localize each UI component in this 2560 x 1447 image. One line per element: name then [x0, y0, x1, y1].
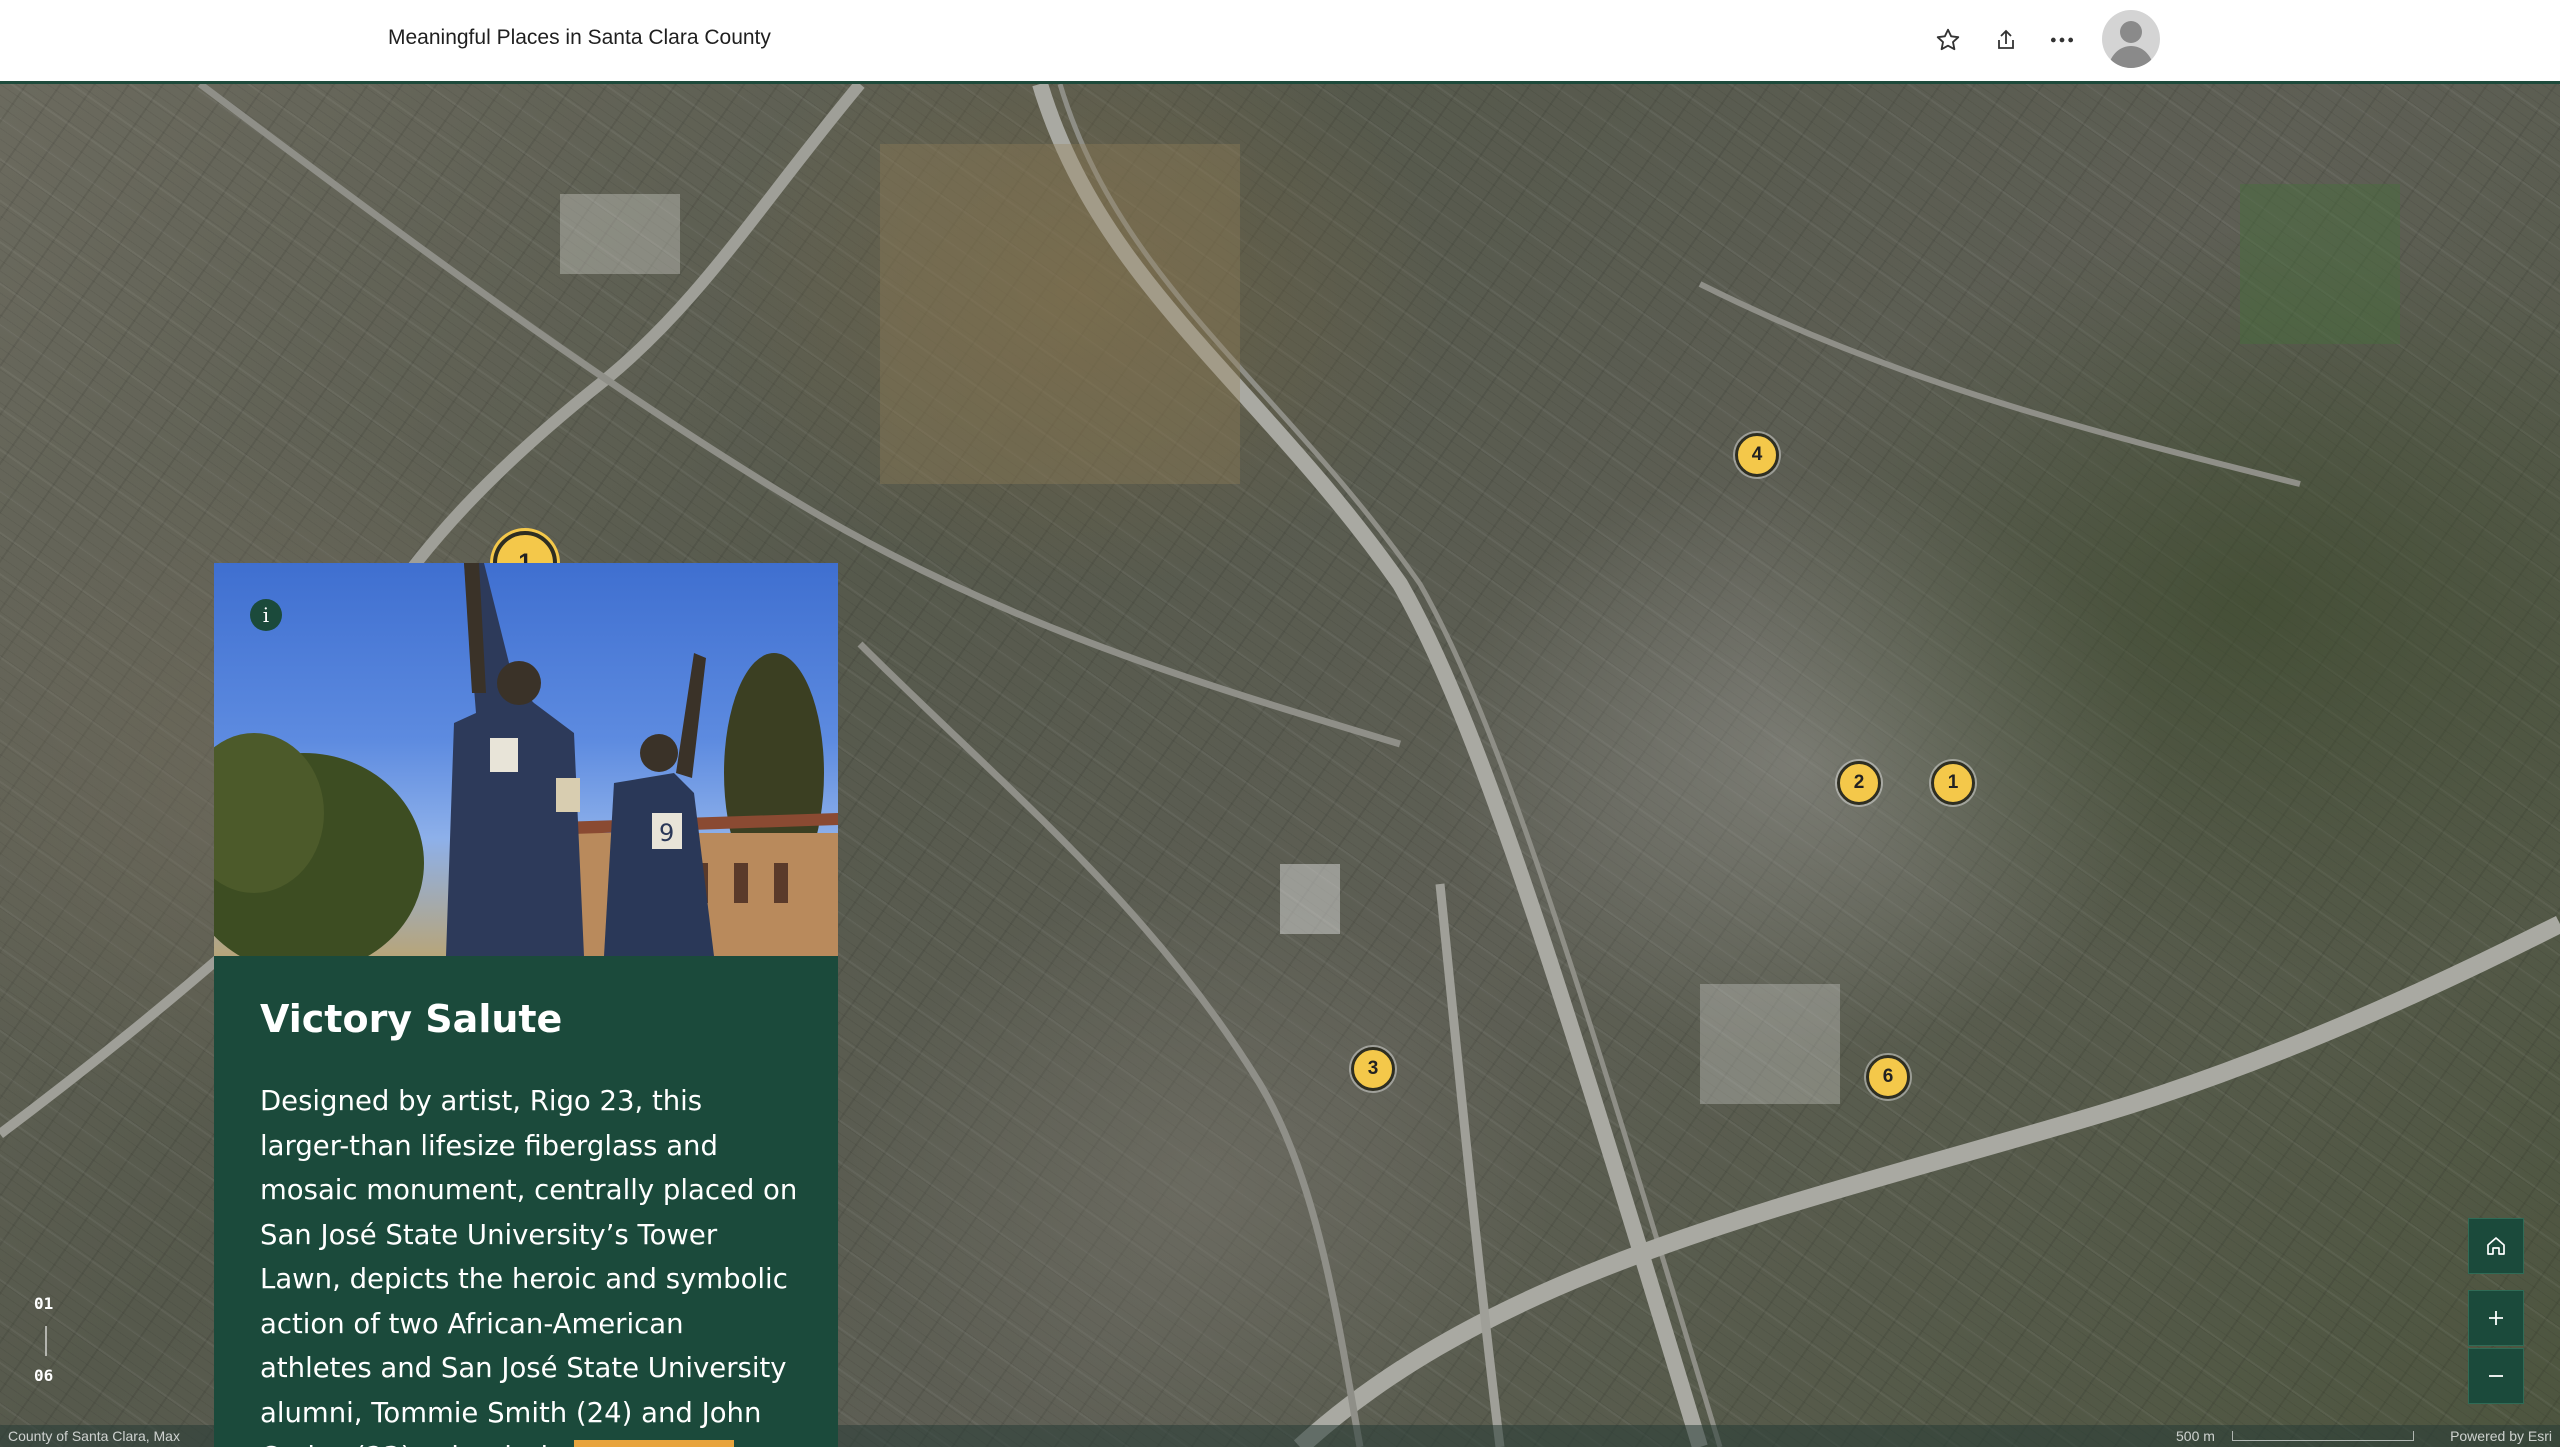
statue-photo: 9 [214, 563, 838, 956]
zoom-in-button[interactable] [2468, 1290, 2524, 1346]
share-button[interactable] [1984, 18, 2028, 62]
card-title: Victory Salute [260, 997, 563, 1041]
story-progress[interactable]: 01 06 [26, 1282, 66, 1392]
home-icon [2487, 1237, 2505, 1255]
card-image: 9 i [214, 563, 838, 956]
map-marker[interactable]: 1 [1931, 761, 1975, 805]
zoom-out-button[interactable] [2468, 1348, 2524, 1404]
scale-label: 500 m [2176, 1428, 2215, 1444]
info-button[interactable]: i [250, 599, 282, 631]
progress-total: 06 [34, 1366, 54, 1385]
map-marker[interactable]: 4 [1735, 433, 1779, 477]
scale-bar [2232, 1431, 2414, 1441]
card-body-text: Designed by artist, Rigo 23, this larger… [260, 1085, 798, 1447]
progress-current: 01 [34, 1294, 54, 1313]
plus-icon [2489, 1311, 2503, 1325]
home-button[interactable] [2468, 1218, 2524, 1274]
user-avatar-icon [2108, 21, 2154, 68]
share-icon [1998, 29, 2014, 49]
card-scroll-accent [574, 1440, 734, 1447]
map-marker[interactable]: 2 [1837, 761, 1881, 805]
more-options-button[interactable] [2040, 18, 2084, 62]
favorite-button[interactable] [1926, 18, 1970, 62]
star-icon [1936, 28, 1960, 51]
statue-bib-number: 9 [659, 819, 674, 847]
attribution-text: County of Santa Clara, Max [8, 1428, 180, 1444]
powered-by-text: Powered by Esri [2450, 1428, 2552, 1444]
info-icon: i [262, 603, 270, 627]
minus-icon [2489, 1375, 2503, 1377]
map-marker[interactable]: 6 [1866, 1055, 1910, 1099]
header-bar: Meaningful Places in Santa Clara County [0, 0, 2560, 84]
user-avatar-button[interactable] [2102, 10, 2160, 68]
map-marker[interactable]: 3 [1351, 1047, 1395, 1091]
story-card[interactable]: 9 i Victory Salute Designed by artist, R… [214, 563, 838, 1447]
more-horizontal-icon [2050, 37, 2074, 43]
story-title: Meaningful Places in Santa Clara County [388, 26, 771, 49]
progress-bar [45, 1326, 47, 1356]
